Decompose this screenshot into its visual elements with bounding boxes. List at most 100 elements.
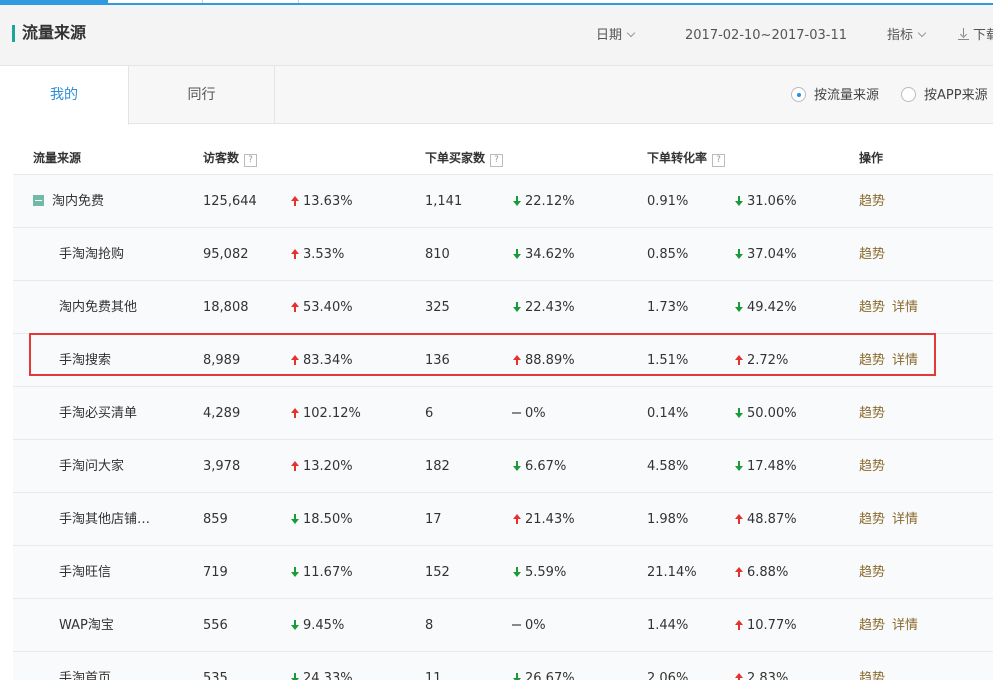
trend-link[interactable]: 趋势 — [859, 440, 885, 493]
source-name: 手淘其他店铺… — [59, 512, 151, 527]
detail-link[interactable]: 详情 — [892, 599, 918, 652]
arrow-up-icon — [734, 673, 744, 680]
arrow-up-icon — [734, 355, 744, 365]
detail-link[interactable]: 详情 — [892, 281, 918, 334]
collapse-icon[interactable] — [33, 195, 44, 206]
detail-link[interactable]: 详情 — [892, 334, 918, 387]
help-icon[interactable]: ? — [490, 154, 504, 167]
trend-link[interactable]: 趋势 — [859, 334, 885, 387]
arrow-down-icon — [734, 408, 744, 418]
source-name-cell: 手淘问大家 — [59, 440, 124, 493]
conversion-change: 49.42% — [734, 281, 797, 334]
arrow-up-icon — [290, 249, 300, 259]
visitors-value: 125,644 — [203, 194, 257, 209]
visitors-value: 8,989 — [203, 353, 241, 368]
visitors-change: 11.67% — [290, 546, 353, 599]
arrow-down-icon — [512, 567, 522, 577]
visitors-value: 719 — [203, 565, 228, 580]
visitors-value: 18,808 — [203, 300, 249, 315]
change-value: 37.04% — [747, 247, 797, 262]
column-header-label: 下单买家数 — [425, 151, 486, 165]
source-name-cell: 手淘搜索 — [59, 334, 111, 387]
buyers-value: 182 — [425, 459, 450, 474]
conversion-value: 0.91% — [647, 194, 689, 209]
change-value: 24.33% — [303, 671, 353, 680]
conversion-change: 2.72% — [734, 334, 788, 387]
change-value: 0% — [525, 618, 546, 633]
metric-dropdown[interactable]: 指标 — [887, 26, 927, 46]
arrow-up-icon — [290, 355, 300, 365]
visitors-change: 83.34% — [290, 334, 353, 387]
tab-mine[interactable]: 我的 — [0, 66, 129, 125]
source-name-cell: 手淘必买清单 — [59, 387, 137, 440]
help-icon[interactable]: ? — [712, 154, 726, 167]
table-row: 手淘淘抢购 95,082 3.53% 810 34.62% 0.85% 37.04% 趋势 — [13, 227, 993, 280]
trend-link[interactable]: 趋势 — [859, 281, 885, 334]
date-range-display[interactable]: 2017-02-10~2017-03-11 — [685, 26, 847, 46]
buyers-value: 810 — [425, 247, 450, 262]
source-name: 手淘问大家 — [59, 459, 125, 474]
page-title: 流量来源 — [22, 23, 87, 42]
conversion-value: 1.98% — [647, 512, 689, 527]
table-row: 手淘必买清单 4,289 102.12% 6 0% 0.14% 50.00% 趋势 — [13, 386, 993, 439]
visitors-change: 18.50% — [290, 493, 353, 546]
radio-unselected-icon — [901, 87, 916, 102]
change-value: 11.67% — [303, 565, 353, 580]
table-row: 手淘其他店铺… 859 18.50% 17 21.43% 1.98% 48.87% 趋势 详情 — [13, 492, 993, 545]
change-value: 10.77% — [747, 618, 797, 633]
top-tab-divider — [298, 0, 299, 3]
source-name: 淘内免费其他 — [59, 300, 138, 315]
buyers-value: 8 — [425, 618, 434, 633]
date-dropdown[interactable]: 日期 — [596, 26, 636, 46]
source-name: 手淘旺信 — [59, 565, 112, 580]
arrow-down-icon — [512, 249, 522, 259]
trend-link[interactable]: 趋势 — [859, 228, 885, 281]
tab-peers[interactable]: 同行 — [129, 66, 275, 124]
source-name-cell: 手淘淘抢购 — [59, 228, 124, 281]
detail-link[interactable]: 详情 — [892, 493, 918, 546]
buyers-value: 11 — [425, 671, 442, 680]
arrow-down-icon — [290, 567, 300, 577]
trend-link[interactable]: 趋势 — [859, 546, 885, 599]
view-tabs: 我的 同行 按流量来源 按APP来源 — [0, 66, 993, 125]
arrow-up-icon — [290, 196, 300, 206]
column-header-actions: 操作 — [859, 151, 884, 165]
conversion-change: 10.77% — [734, 599, 797, 652]
change-value: 6.88% — [747, 565, 789, 580]
buyers-change: 6.67% — [512, 440, 566, 493]
arrow-up-icon — [734, 514, 744, 524]
change-value: 26.67% — [525, 671, 575, 680]
buyers-value: 325 — [425, 300, 450, 315]
arrow-down-icon — [290, 514, 300, 524]
radio-selected-icon — [791, 87, 806, 102]
visitors-value: 535 — [203, 671, 228, 680]
trend-link[interactable]: 趋势 — [859, 599, 885, 652]
title-accent-bar — [12, 25, 15, 42]
buyers-value: 1,141 — [425, 194, 463, 209]
change-value: 102.12% — [303, 406, 361, 421]
trend-link[interactable]: 趋势 — [859, 493, 885, 546]
arrow-up-icon — [290, 408, 300, 418]
dash-icon — [512, 408, 522, 418]
visitors-change: 53.40% — [290, 281, 353, 334]
column-header-source: 流量来源 — [33, 151, 82, 165]
top-tab-active-indicator — [0, 0, 108, 3]
change-value: 48.87% — [747, 512, 797, 527]
help-icon[interactable]: ? — [244, 154, 258, 167]
radio-by-traffic-source[interactable]: 按流量来源 — [791, 87, 879, 104]
source-name-cell: 淘内免费 — [33, 175, 104, 228]
table-row: 手淘搜索 8,989 83.34% 136 88.89% 1.51% 2.72% 趋势 详情 — [13, 333, 993, 386]
visitors-value: 859 — [203, 512, 228, 527]
trend-link[interactable]: 趋势 — [859, 387, 885, 440]
trend-link[interactable]: 趋势 — [859, 175, 885, 228]
chevron-down-icon — [917, 28, 927, 38]
radio-label: 按APP来源 — [924, 88, 988, 103]
download-button[interactable]: 下载 — [958, 26, 993, 46]
table-row: 淘内免费其他 18,808 53.40% 325 22.43% 1.73% 49.42% 趋势… — [13, 280, 993, 333]
arrow-down-icon — [512, 673, 522, 680]
radio-by-app-source[interactable]: 按APP来源 — [901, 87, 988, 104]
change-value: 22.12% — [525, 194, 575, 209]
visitors-change: 3.53% — [290, 228, 344, 281]
buyers-change: 26.67% — [512, 652, 575, 680]
trend-link[interactable]: 趋势 — [859, 652, 885, 680]
